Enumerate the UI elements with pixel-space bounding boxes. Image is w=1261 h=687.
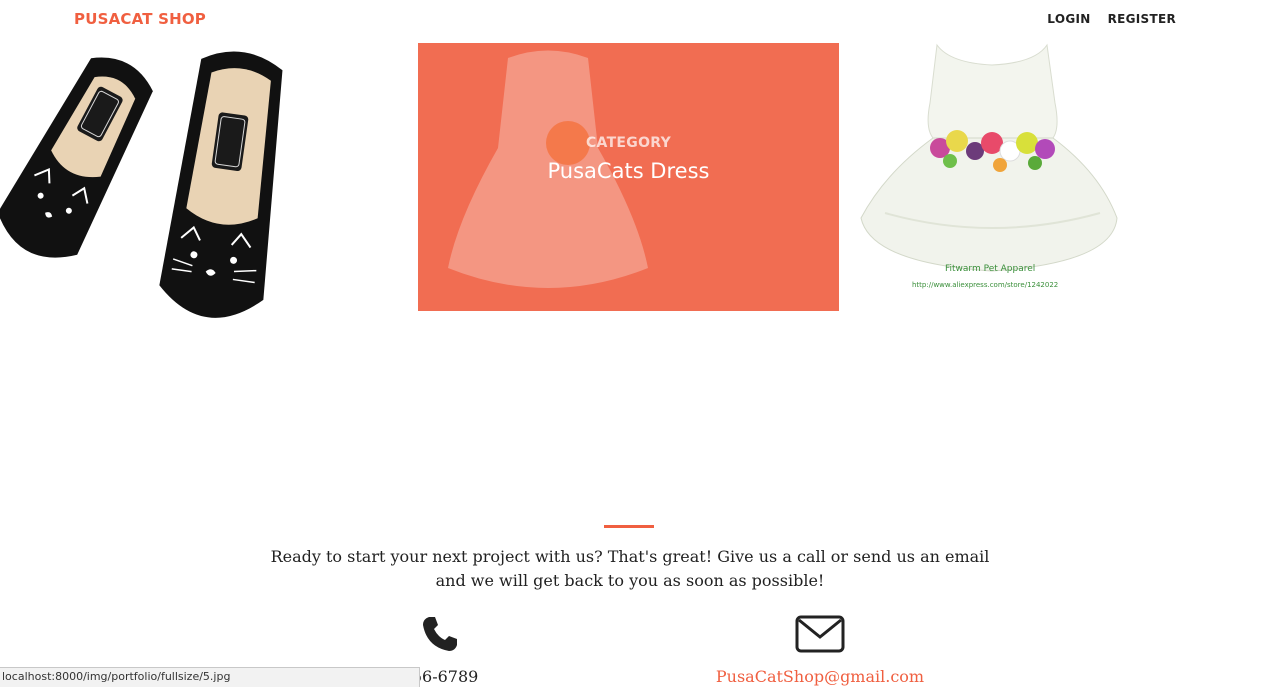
login-link[interactable]: LOGIN	[1047, 12, 1090, 26]
contact-text: Ready to start your next project with us…	[270, 547, 990, 590]
brand-logo-link[interactable]: PUSACAT SHOP	[74, 10, 206, 28]
navbar: PUSACAT SHOP LOGIN REGISTER	[0, 0, 1261, 40]
portfolio-item-dress[interactable]: Fitwarm Pet Apparel http://www.aliexpres…	[855, 43, 1130, 303]
envelope-icon	[795, 615, 845, 653]
category-label: CATEGORY	[585, 135, 672, 151]
contact-email: PusaCatShop@gmail.com	[690, 614, 950, 686]
shoes-image	[0, 51, 283, 318]
portfolio-item-shoes[interactable]	[0, 43, 300, 353]
project-name: PusaCats Dress	[547, 159, 710, 183]
email-link[interactable]: PusaCatShop@gmail.com	[690, 667, 950, 686]
phone-icon	[423, 617, 457, 651]
portfolio-section: CATEGORY PusaCats Dress Fitwarm Pet Appa	[0, 43, 1261, 353]
section-divider	[604, 525, 654, 528]
nav-links: LOGIN REGISTER	[1047, 12, 1176, 26]
browser-status-bar: localhost:8000/img/portfolio/fullsize/5.…	[0, 667, 420, 687]
portfolio-item-pusacats-dress[interactable]: CATEGORY PusaCats Dress	[418, 43, 839, 311]
dress-watermark: Fitwarm Pet Apparel	[945, 264, 1036, 274]
register-link[interactable]: REGISTER	[1108, 12, 1176, 26]
portfolio-caption: CATEGORY PusaCats Dress	[418, 135, 839, 183]
dress-watermark-url: http://www.aliexpress.com/store/1242022	[912, 281, 1059, 289]
